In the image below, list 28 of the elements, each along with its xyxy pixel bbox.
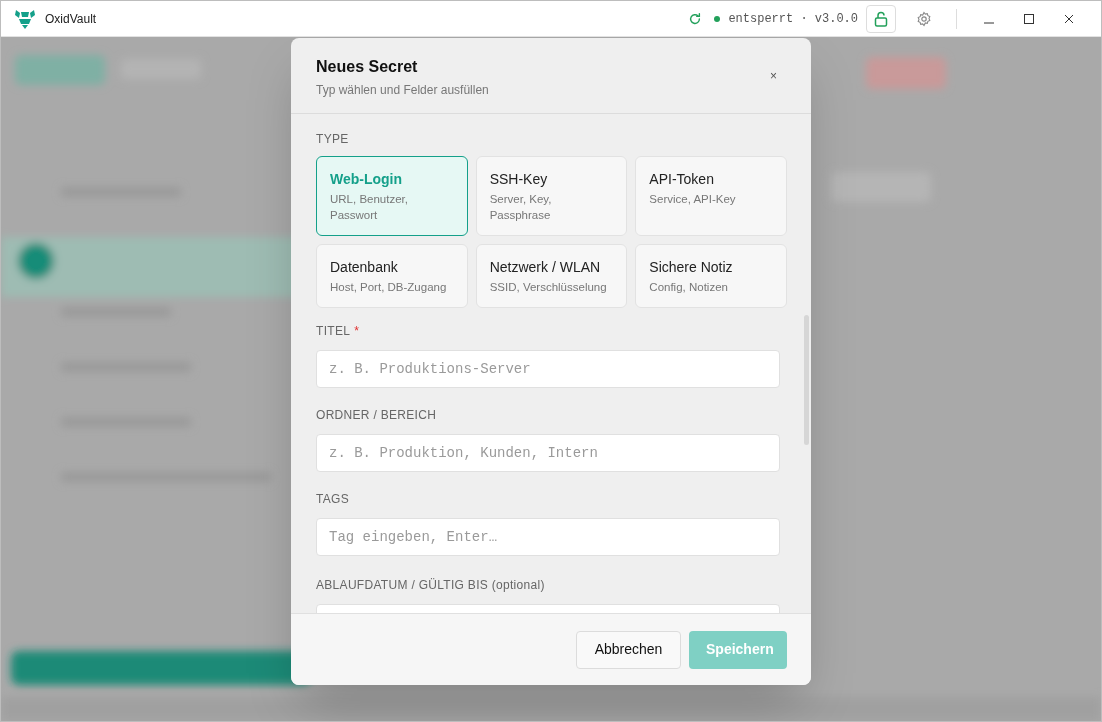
- type-option[interactable]: Sichere Notiz Config, Notizen: [635, 244, 787, 308]
- field-label: ORDNER / BEREICH: [316, 407, 437, 424]
- type-option[interactable]: SSH-Key Server, Key, Passphrase: [475, 156, 628, 236]
- input-field[interactable]: Tag eingeben, Enter…: [316, 518, 780, 556]
- field-label: ABLAUFDATUM / GÜLTIG BIS (optional): [316, 577, 545, 594]
- lock-button[interactable]: [866, 4, 896, 33]
- type-option[interactable]: Datenbank Host, Port, DB-Zugang: [316, 244, 468, 308]
- close-icon[interactable]: [1063, 12, 1075, 25]
- field-label: TITEL: [316, 323, 351, 340]
- type-option[interactable]: API-Token Service, API-Key: [635, 156, 787, 236]
- refresh-icon[interactable]: [688, 11, 703, 26]
- settings-icon[interactable]: [916, 10, 932, 27]
- field-label: TAGS: [316, 491, 349, 508]
- status-text: entsperrt · v3.0.0: [728, 10, 858, 28]
- type-option[interactable]: Netzwerk / WLAN SSID, Verschlüsselung: [475, 244, 628, 308]
- input-field[interactable]: z. B. Produktions-Server: [316, 350, 780, 388]
- dialog-title: Neues Secret: [316, 57, 419, 77]
- unlocked-icon: [874, 10, 888, 27]
- required-mark: *: [354, 323, 359, 340]
- section-label: TYPE: [316, 131, 350, 148]
- dialog-subtitle: Typ wählen und Felder ausfüllen: [316, 82, 490, 99]
- cancel-button[interactable]: Abbrechen: [576, 630, 681, 669]
- scrollbar-thumb[interactable]: [804, 315, 809, 445]
- type-option[interactable]: Web-Login URL, Benutzer, Passwort: [316, 156, 468, 236]
- input-field[interactable]: z. B. Produktion, Kunden, Intern: [316, 434, 780, 472]
- maximize-icon[interactable]: [1023, 12, 1035, 25]
- window-title: OxidVault: [45, 10, 97, 28]
- close-button[interactable]: ×: [766, 67, 781, 85]
